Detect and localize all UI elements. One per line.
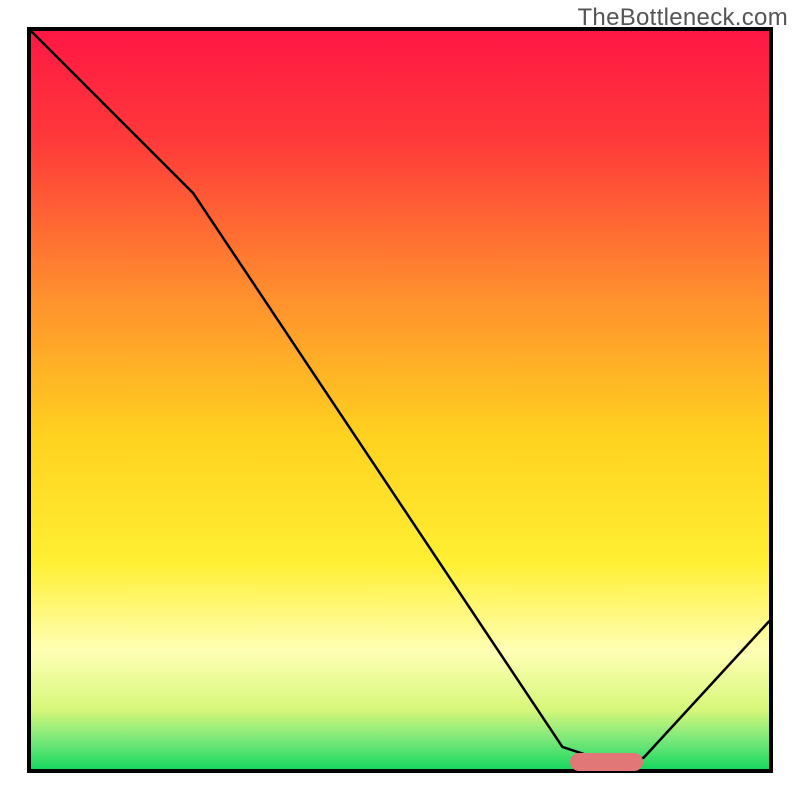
optimal-range-marker xyxy=(570,753,644,771)
chart-container: TheBottleneck.com xyxy=(0,0,800,800)
plot-border xyxy=(27,27,773,773)
watermark-text: TheBottleneck.com xyxy=(577,4,788,32)
